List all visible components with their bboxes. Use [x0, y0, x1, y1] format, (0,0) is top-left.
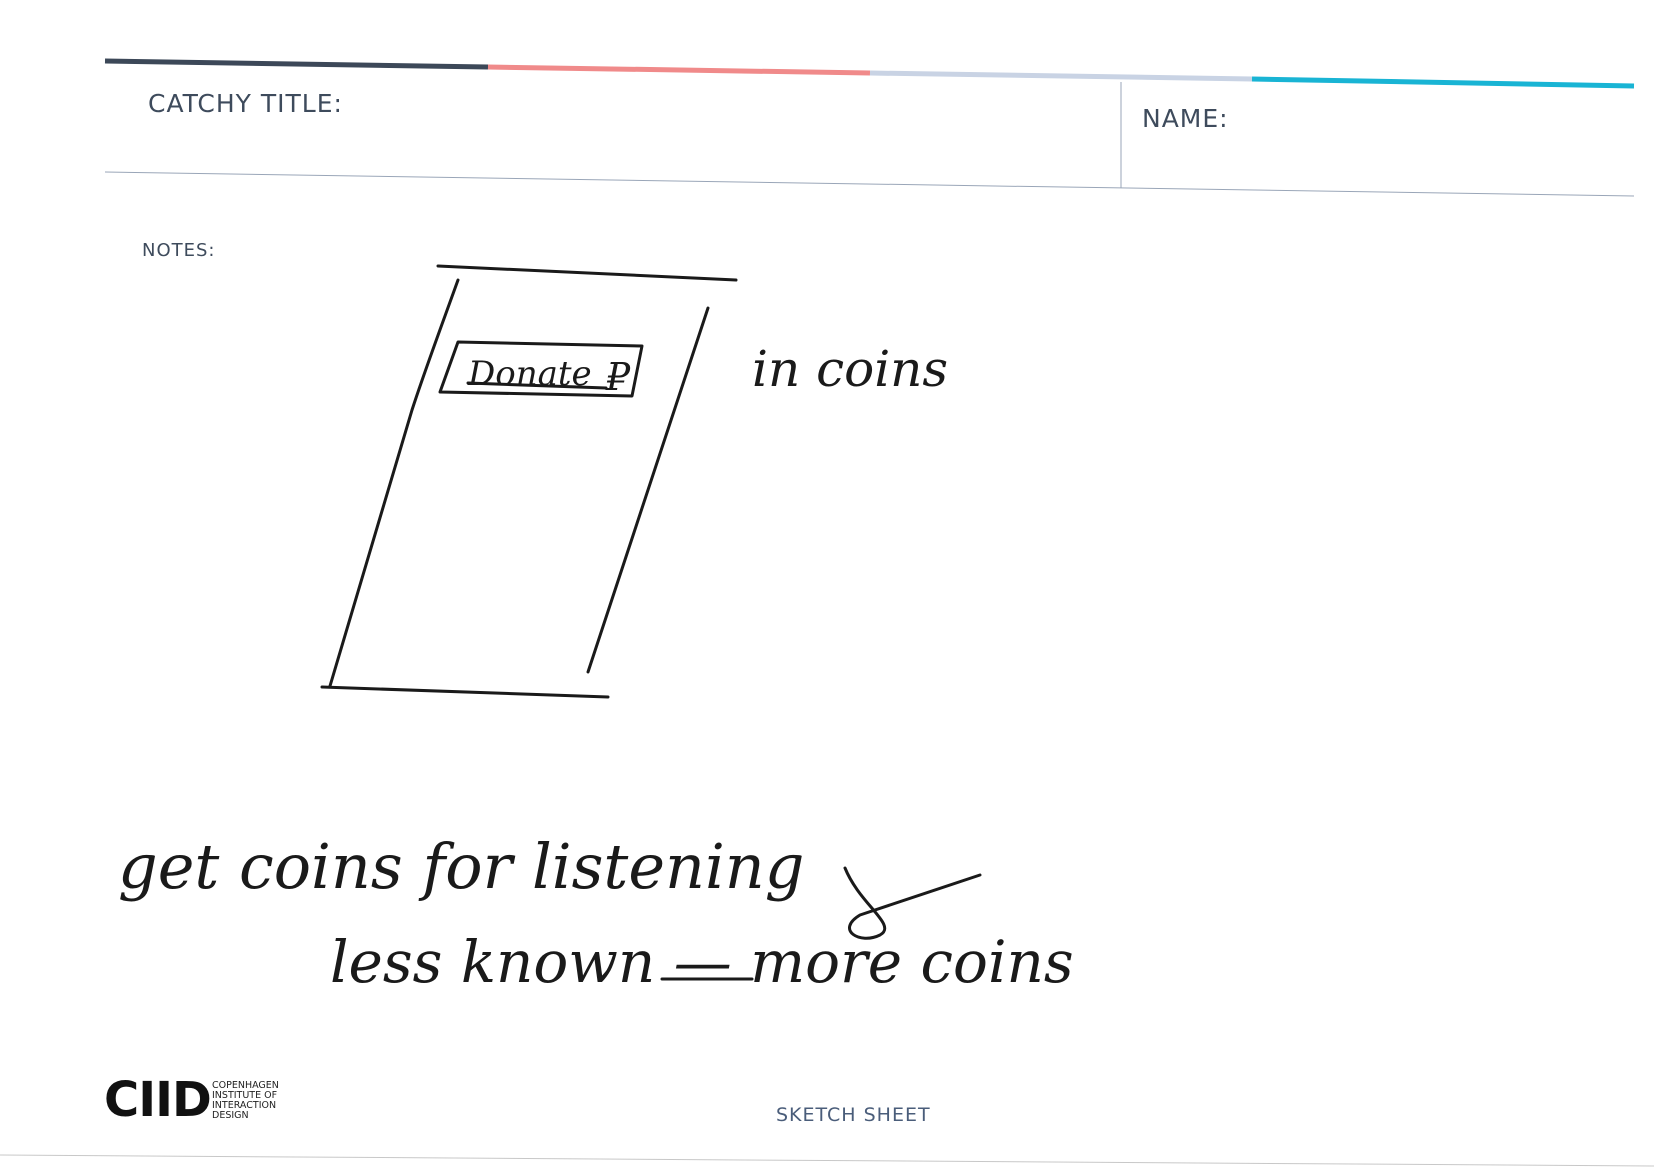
- donate-button-label: Donate: [467, 354, 592, 394]
- phone-left-edge: [328, 278, 460, 688]
- phone-top-edge: [436, 264, 738, 282]
- logo-mark: CIID: [104, 1072, 212, 1128]
- phone-bottom-edge: [320, 685, 610, 699]
- sketch-sheet-label: SKETCH SHEET: [776, 1104, 931, 1126]
- donate-currency-symbol: ₽: [605, 355, 631, 399]
- sketch-note-line-1: get coins for listening: [118, 830, 804, 903]
- hand-drawn-sketch: Donate ₽ in coins get coins for listenin…: [118, 264, 1074, 996]
- logo-line: DESIGN: [212, 1110, 249, 1121]
- sketch-note-line-2: less known — more coins: [330, 928, 1074, 996]
- side-note-text: in coins: [752, 340, 948, 398]
- sketch-sheet: CATCHY TITLE: NAME: NOTES: Donate ₽ in c…: [0, 0, 1654, 1169]
- logo-institute-name: COPENHAGEN INSTITUTE OF INTERACTION DESI…: [212, 1081, 302, 1121]
